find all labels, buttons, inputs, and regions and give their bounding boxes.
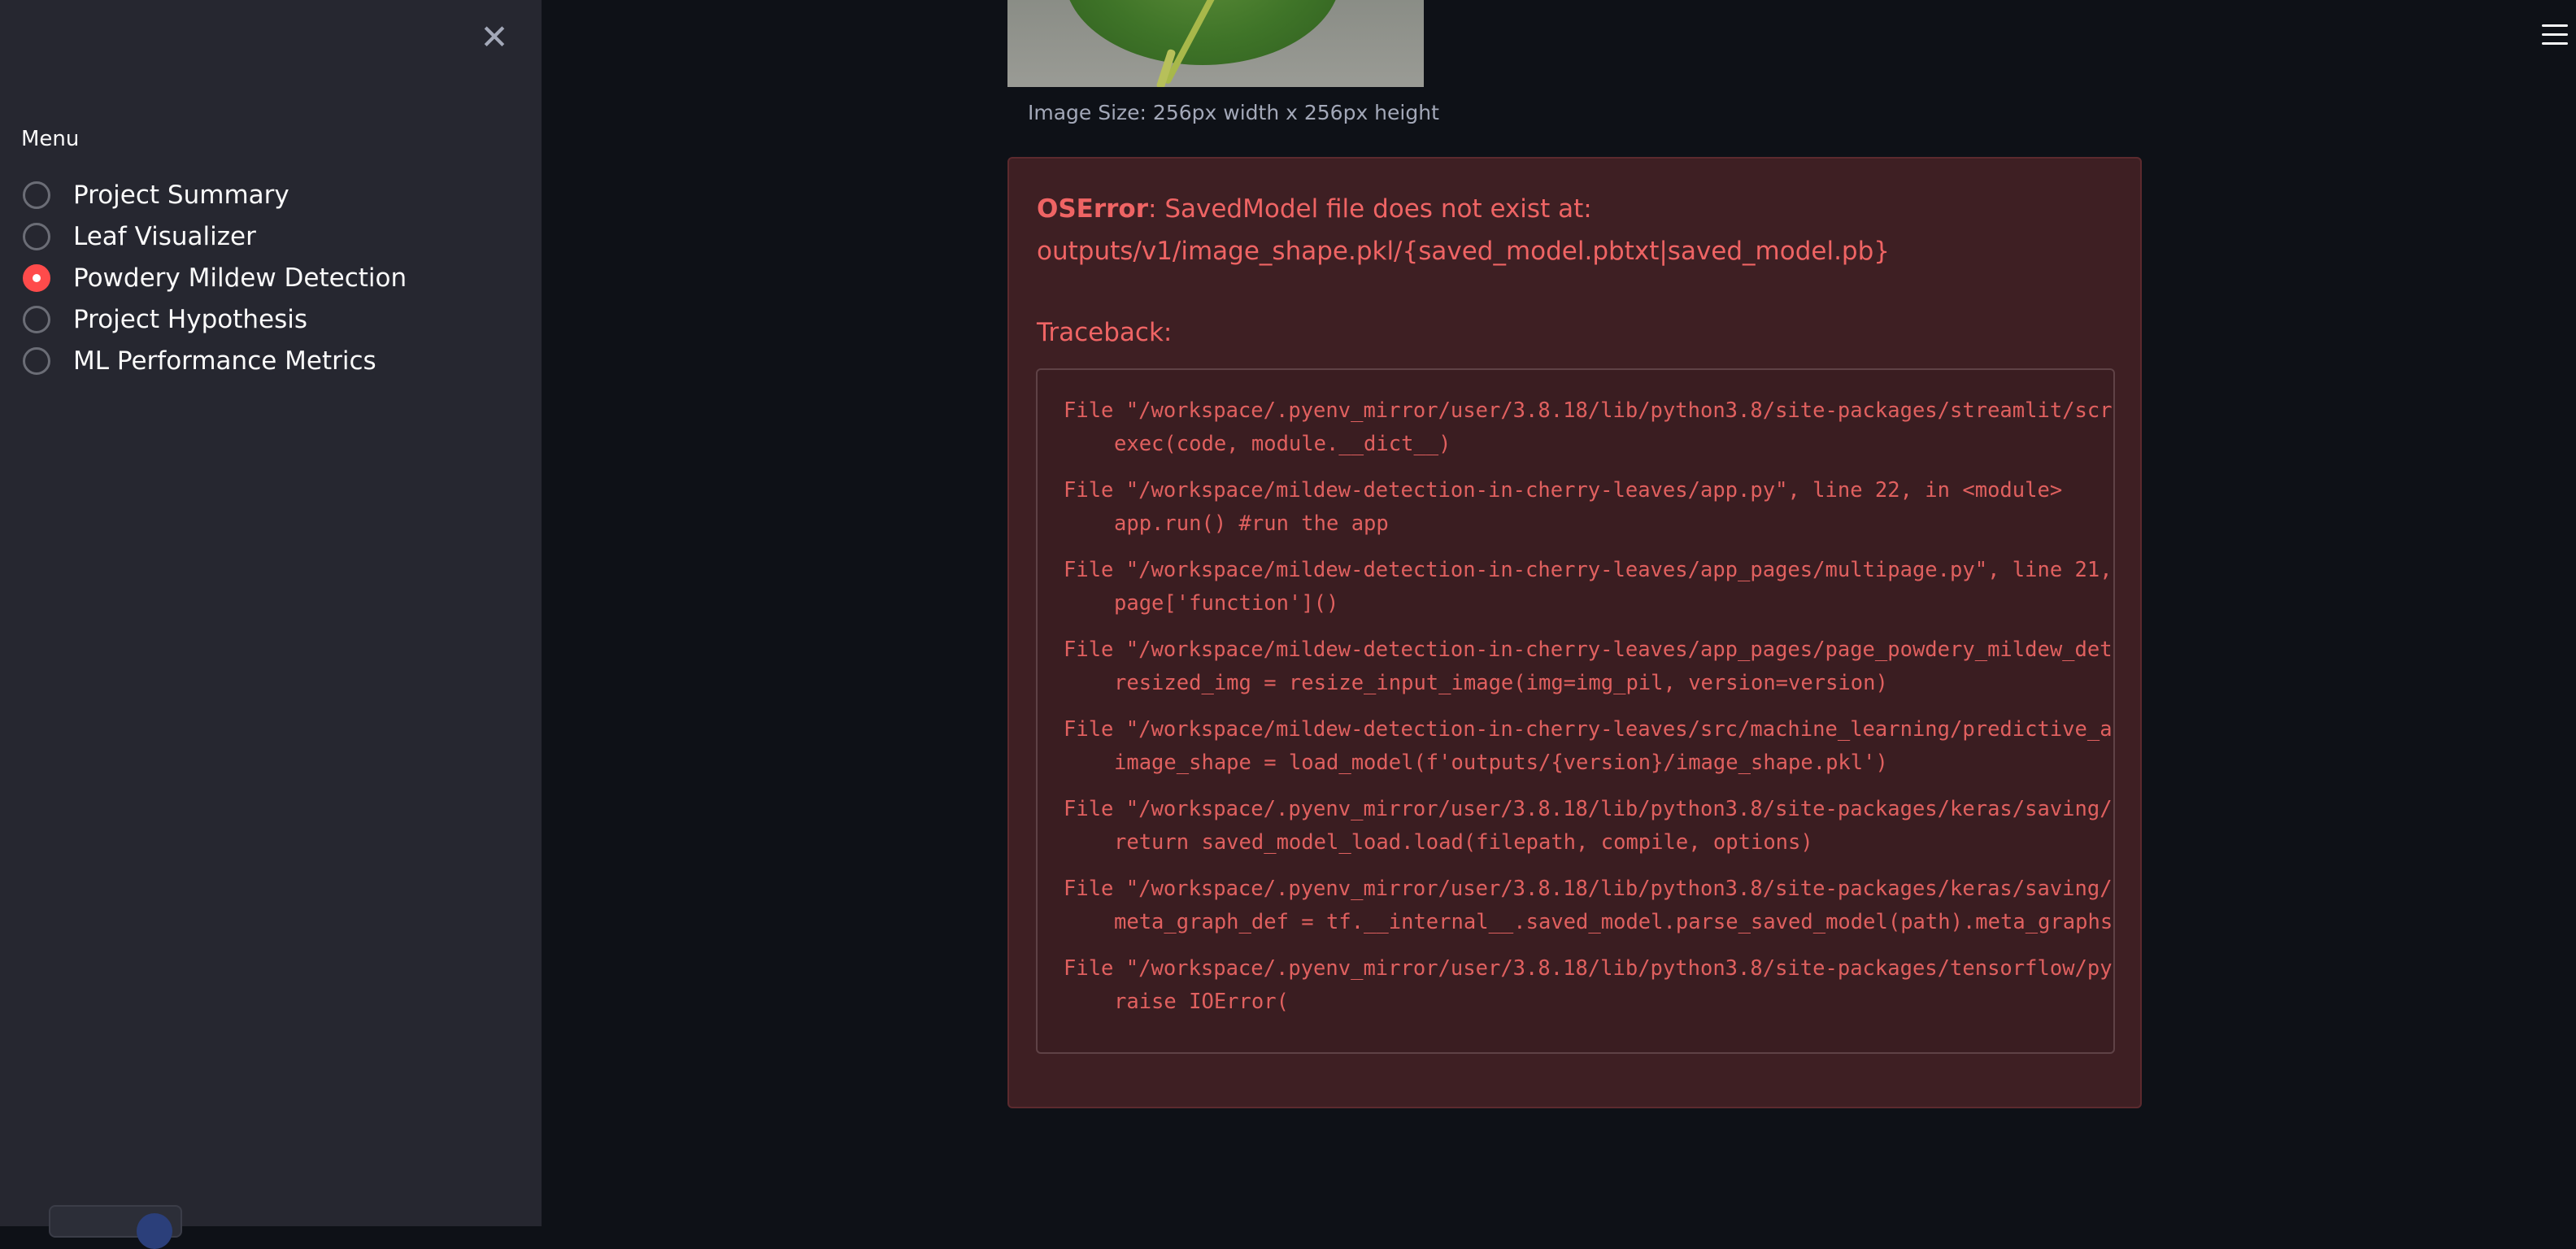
traceback-code-line: app.run() #run the app — [1114, 511, 1389, 536]
radio-button-selected-icon[interactable] — [23, 263, 50, 292]
traceback-code-line: exec(code, module.__dict__) — [1114, 432, 1451, 456]
traceback-frame: File "/workspace/.pyenv_mirror/user/3.8.… — [1064, 793, 2113, 860]
radio-button-icon[interactable] — [23, 305, 50, 333]
traceback-file-line: File "/workspace/.pyenv_mirror/user/3.8.… — [1064, 797, 2113, 821]
radio-label: Project Hypothesis — [73, 304, 308, 334]
traceback-code-line: image_shape = load_model(f'outputs/{vers… — [1114, 751, 1888, 775]
traceback-file-line: File "/workspace/mildew-detection-in-che… — [1064, 638, 2113, 662]
radio-item-project-hypothesis[interactable]: Project Hypothesis — [23, 298, 407, 340]
traceback-frame: File "/workspace/mildew-detection-in-che… — [1064, 633, 2113, 700]
radio-label: Project Summary — [73, 180, 289, 210]
radio-item-leaf-visualizer[interactable]: Leaf Visualizer — [23, 215, 407, 257]
error-text: : SavedModel file does not exist at: — [1148, 194, 1592, 224]
radio-label: Leaf Visualizer — [73, 221, 256, 251]
traceback-frame: File "/workspace/.pyenv_mirror/user/3.8.… — [1064, 394, 2113, 461]
traceback-code-line: page['function']() — [1114, 591, 1339, 616]
radio-button-icon[interactable] — [23, 346, 50, 375]
traceback-file-line: File "/workspace/mildew-detection-in-che… — [1064, 558, 2113, 582]
traceback-file-line: File "/workspace/.pyenv_mirror/user/3.8.… — [1064, 398, 2113, 423]
radio-button-icon[interactable] — [23, 181, 50, 209]
traceback-frame: File "/workspace/mildew-detection-in-che… — [1064, 474, 2113, 541]
traceback-frame: File "/workspace/mildew-detection-in-che… — [1064, 713, 2113, 780]
traceback-frame: File "/workspace/.pyenv_mirror/user/3.8.… — [1064, 873, 2113, 939]
badge-avatar-icon — [137, 1213, 172, 1249]
traceback-code-line: return saved_model_load.load(filepath, c… — [1114, 830, 1813, 855]
traceback-code-line: resized_img = resize_input_image(img=img… — [1114, 671, 1888, 695]
error-box: OSError: SavedModel file does not exist … — [1007, 157, 2142, 1108]
error-path: outputs/v1/image_shape.pkl/{saved_model.… — [1037, 237, 1891, 266]
image-caption: Image Size: 256px width x 256px height — [1028, 101, 1439, 124]
hamburger-menu-icon[interactable] — [2542, 24, 2568, 49]
traceback-file-line: File "/workspace/mildew-detection-in-che… — [1064, 717, 2113, 742]
sidebar-badge[interactable] — [49, 1205, 182, 1249]
traceback-frame: File "/workspace/.pyenv_mirror/user/3.8.… — [1064, 952, 2113, 1019]
radio-item-project-summary[interactable]: Project Summary — [23, 174, 407, 215]
traceback-label: Traceback: — [1037, 318, 1173, 347]
traceback-code-line: meta_graph_def = tf.__internal__.saved_m… — [1114, 910, 2113, 934]
traceback-file-line: File "/workspace/.pyenv_mirror/user/3.8.… — [1064, 956, 2113, 981]
close-icon[interactable]: ✕ — [478, 20, 511, 54]
radio-item-ml-performance-metrics[interactable]: ML Performance Metrics — [23, 340, 407, 381]
traceback-frame: File "/workspace/mildew-detection-in-che… — [1064, 554, 2113, 620]
menu-label: Menu — [21, 127, 80, 151]
radio-label: ML Performance Metrics — [73, 346, 376, 376]
traceback-file-line: File "/workspace/mildew-detection-in-che… — [1064, 478, 2063, 503]
traceback-code-line: raise IOError( — [1114, 990, 1289, 1014]
radio-item-powdery-mildew-detection[interactable]: Powdery Mildew Detection — [23, 257, 407, 298]
leaf-image — [1007, 0, 1424, 87]
radio-button-icon[interactable] — [23, 222, 50, 250]
error-type: OSError — [1037, 194, 1149, 224]
traceback-file-line: File "/workspace/.pyenv_mirror/user/3.8.… — [1064, 877, 2113, 901]
traceback-lines: File "/workspace/.pyenv_mirror/user/3.8.… — [1064, 394, 2113, 1032]
sidebar: ✕ Menu Project Summary Leaf Visualizer P… — [0, 0, 542, 1249]
error-message: OSError: SavedModel file does not exist … — [1037, 188, 1890, 272]
radio-label: Powdery Mildew Detection — [73, 263, 407, 293]
page-radio-group: Project Summary Leaf Visualizer Powdery … — [23, 174, 407, 381]
traceback-block[interactable]: File "/workspace/.pyenv_mirror/user/3.8.… — [1036, 368, 2115, 1054]
